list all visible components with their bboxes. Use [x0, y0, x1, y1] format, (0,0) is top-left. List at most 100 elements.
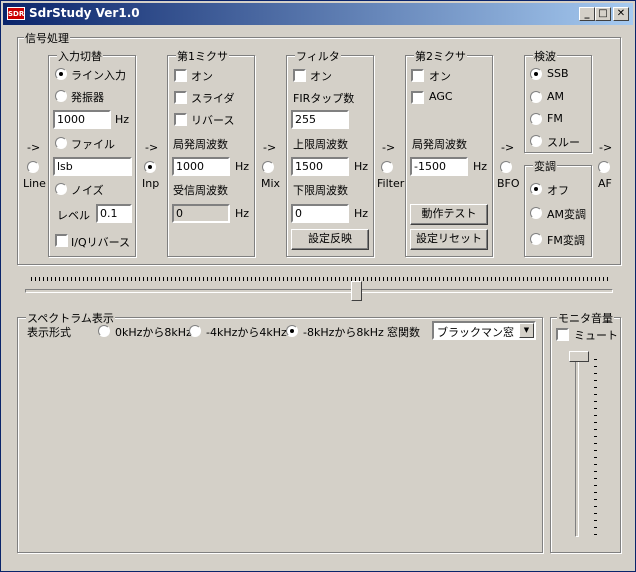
display-format-label: 表示形式 [27, 326, 71, 339]
mixer1-reverse-label: リバース [191, 114, 235, 127]
arrow-line: -> [27, 141, 41, 154]
detect-group-label: 検波 [533, 48, 557, 64]
range-4k-label: -4kHzから4kHz [206, 326, 287, 339]
mixer2-lo-hz: Hz [473, 160, 488, 173]
iq-reverse-checkbox[interactable] [55, 234, 68, 247]
filter-on-checkbox[interactable] [293, 69, 306, 82]
filter-group-label: フィルタ [295, 48, 341, 64]
filter-on-label: オン [310, 70, 332, 83]
oscillator-label: 発振器 [71, 91, 104, 104]
ssb-label: SSB [547, 67, 569, 80]
window-title: SdrStudy Ver1.0 [29, 6, 140, 20]
inp-node-label: Inp [142, 177, 160, 190]
mixer2-group-label: 第2ミクサ [414, 48, 467, 64]
am-detect-radio[interactable] [530, 91, 542, 103]
agc-label: AGC [429, 90, 453, 103]
upper-freq-label: 上限周波数 [293, 138, 348, 151]
close-button[interactable]: ✕ [613, 7, 629, 21]
am-mod-label: AM変調 [547, 208, 587, 221]
mixer2-on-checkbox[interactable] [411, 69, 424, 82]
operation-test-button[interactable]: 動作テスト [410, 204, 488, 225]
frequency-slider-ticks [31, 277, 609, 281]
af-node-label: AF [598, 177, 612, 190]
frequency-slider-thumb[interactable] [351, 281, 362, 301]
fir-taps-label: FIRタップ数 [293, 92, 355, 105]
lower-freq-input[interactable]: 0 [291, 204, 349, 223]
mix-node-label: Mix [261, 177, 281, 190]
oscillator-hz-label: Hz [115, 113, 130, 126]
ssb-radio[interactable] [530, 68, 542, 80]
range-4k-radio[interactable] [189, 325, 201, 337]
line-node-label: Line [23, 177, 46, 190]
settings-reset-button[interactable]: 設定リセット [410, 229, 488, 250]
range-0-8k-radio[interactable] [98, 325, 110, 337]
title-bar[interactable]: SDR SdrStudy Ver1.0 _ □ ✕ [3, 3, 633, 25]
inp-tap-radio[interactable] [144, 161, 156, 173]
mod-off-radio[interactable] [530, 183, 542, 195]
apply-settings-button[interactable]: 設定反映 [291, 229, 369, 250]
mixer1-lo-hz: Hz [235, 160, 250, 173]
mixer1-group: 第1ミクサ [167, 48, 255, 257]
mixer1-reverse-checkbox[interactable] [174, 113, 187, 126]
mixer1-lo-input[interactable]: 1000 [172, 157, 230, 176]
mixer1-on-checkbox[interactable] [174, 69, 187, 82]
fm-mod-label: FM変調 [547, 234, 585, 247]
oscillator-radio[interactable] [55, 90, 67, 102]
monitor-volume-label: モニタ音量 [557, 310, 614, 326]
mixer1-on-label: オン [191, 70, 213, 83]
filter-node-label: Filter [377, 177, 405, 190]
file-name-input[interactable]: lsb [53, 157, 132, 176]
upper-freq-hz: Hz [354, 160, 369, 173]
arrow-bfo: -> [501, 141, 515, 154]
chevron-down-icon[interactable]: ▼ [519, 323, 534, 338]
lower-freq-hz: Hz [354, 207, 369, 220]
arrow-filter: -> [382, 141, 396, 154]
am-mod-radio[interactable] [530, 207, 542, 219]
filter-tap-radio[interactable] [381, 161, 393, 173]
range-8k-radio[interactable] [286, 325, 298, 337]
level-input[interactable]: 0.1 [96, 204, 132, 223]
arrow-inp: -> [145, 141, 159, 154]
agc-checkbox[interactable] [411, 91, 424, 104]
minimize-button[interactable]: _ [579, 7, 595, 21]
volume-slider-ticks [594, 359, 597, 535]
bfo-tap-radio[interactable] [500, 161, 512, 173]
mixer2-lo-input[interactable]: -1500 [410, 157, 468, 176]
noise-radio[interactable] [55, 183, 67, 195]
maximize-button[interactable]: □ [595, 7, 611, 21]
mixer1-slider-label: スライダ [191, 92, 235, 105]
through-radio[interactable] [530, 135, 542, 147]
volume-slider-track[interactable] [575, 357, 579, 537]
line-tap-radio[interactable] [27, 161, 39, 173]
fm-mod-radio[interactable] [530, 233, 542, 245]
frequency-slider-track[interactable] [25, 289, 613, 293]
file-radio[interactable] [55, 137, 67, 149]
mixer1-rx-hz: Hz [235, 207, 250, 220]
filter-group: フィルタ [286, 48, 374, 257]
window-function-label: 窓関数 [387, 326, 420, 339]
volume-slider-thumb[interactable] [569, 351, 589, 362]
mix-tap-radio[interactable] [262, 161, 274, 173]
arrow-mix: -> [263, 141, 277, 154]
file-label: ファイル [71, 138, 115, 151]
fir-taps-input[interactable]: 255 [291, 110, 349, 129]
oscillator-freq-input[interactable]: 1000 [53, 110, 111, 129]
iq-reverse-label: I/Qリバース [71, 236, 131, 249]
range-8k-label: -8kHzから8kHz [303, 326, 384, 339]
fm-detect-radio[interactable] [530, 113, 542, 125]
upper-freq-input[interactable]: 1500 [291, 157, 349, 176]
mute-label: ミュート [574, 329, 618, 342]
mixer1-rx-label: 受信周波数 [173, 184, 228, 197]
input-group-label: 入力切替 [57, 48, 103, 64]
af-tap-radio[interactable] [598, 161, 610, 173]
line-input-radio[interactable] [55, 68, 67, 80]
arrow-af: -> [599, 141, 613, 154]
app-window: SDR SdrStudy Ver1.0 _ □ ✕ 信号処理 -> Line -… [0, 0, 636, 572]
mixer1-group-label: 第1ミクサ [176, 48, 229, 64]
mod-off-label: オフ [547, 184, 569, 197]
window-function-select[interactable]: ブラックマン窓 ▼ [432, 321, 536, 340]
input-group: 入力切替 [48, 48, 136, 257]
level-label: レベル [57, 209, 90, 222]
mixer1-slider-checkbox[interactable] [174, 91, 187, 104]
mute-checkbox[interactable] [556, 328, 569, 341]
